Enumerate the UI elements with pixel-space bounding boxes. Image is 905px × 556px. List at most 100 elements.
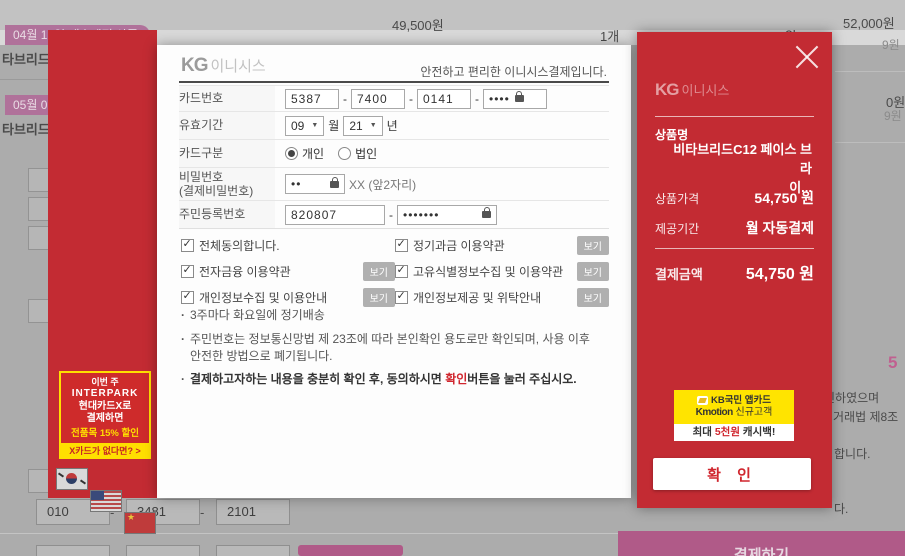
kmotion-brand: Kmotion	[696, 407, 733, 418]
background-fragment-text-3: 합니다.	[834, 445, 870, 462]
caret-down-icon: ▼	[311, 122, 318, 129]
inicis-logo-kg: KG	[655, 80, 679, 99]
kb-cashback-text: 최대 5천원 캐시백!	[674, 424, 794, 441]
card-number-label: 카드번호	[179, 86, 275, 111]
pay-button[interactable]: 결제하기	[618, 531, 905, 556]
ad-line-4: 결제하면	[61, 413, 149, 426]
checkbox-checked-icon[interactable]	[395, 265, 408, 278]
ad-line-3: 현대카드X로	[61, 401, 149, 414]
note-confirm: 결제하고자하는 내용을 충분히 확인 후, 동의하시면 확인버튼을 눌러 주십시…	[181, 371, 601, 388]
star-icon: ★	[127, 512, 135, 523]
radio-corporate[interactable]	[338, 147, 351, 160]
background-fragment-text-2: 거래법 제8조	[833, 408, 898, 425]
agreement-label: 전체동의합니다.	[199, 237, 280, 254]
card-number-row: 카드번호 5387 - 7400 - 0141 - ••••	[179, 85, 609, 111]
ad-line-2: INTERPARK	[61, 388, 149, 401]
dash: -	[343, 92, 347, 106]
panel-divider	[655, 116, 814, 117]
background-price-1: 49,500원	[392, 15, 444, 34]
radio-corporate-label: 법인	[355, 145, 377, 162]
china-flag-icon[interactable]: ★	[124, 512, 156, 534]
background-fragment-text-4: 다.	[834, 500, 848, 517]
card-number-input-4[interactable]: ••••	[483, 89, 547, 109]
period-row: 제공기간 월 자동결제	[655, 218, 814, 238]
period-label: 제공기간	[655, 220, 699, 237]
checkbox-checked-icon[interactable]	[181, 239, 194, 252]
background-fragment-text-1: 인하였으며	[824, 389, 879, 406]
panel-divider	[655, 248, 814, 249]
payment-popup-screen: 49,500원 1개 2,500원 52,000원 9원 04월 17일 배송예…	[0, 0, 905, 556]
korea-flag-icon[interactable]	[56, 468, 88, 490]
notes-section: 3주마다 화요일에 정기배송 주민번호는 정보통신망법 제 23조에 따라 본인…	[181, 300, 601, 388]
payment-form-modal: KG이니시스 안전하고 편리한 이니시스결제입니다. 카드번호 5387 - 7…	[157, 45, 631, 498]
phone-input-3[interactable]: 2101	[216, 499, 290, 525]
checkbox-checked-icon[interactable]	[395, 239, 408, 252]
password-hint: XX (앞2자리)	[349, 176, 416, 193]
background-input-stub	[216, 545, 290, 556]
trigram-icon	[80, 479, 86, 484]
view-terms-button[interactable]: 보기	[577, 236, 609, 255]
form-tagline: 안전하고 편리한 이니시스결제입니다.	[420, 63, 607, 80]
kb-card-banner[interactable]: KB국민 앱카드 Kmotion 신규고객 최대 5천원 캐시백!	[674, 390, 794, 441]
dash: -	[389, 208, 393, 222]
background-product-2: 타브리드	[2, 119, 50, 138]
ssn-back-input[interactable]: •••••••	[397, 205, 497, 225]
background-input-stub	[28, 469, 50, 493]
agreement-efinance[interactable]: 전자금융 이용약관 보기	[181, 262, 395, 281]
payment-summary-panel: KG이니시스 상품명 비타브리드C12 페이스 브라 이... 상품가격 54,…	[637, 32, 832, 508]
note-text: 3주마다 화요일에 정기배송	[190, 307, 325, 324]
kb-banner-line1: KB국민 앱카드	[711, 395, 771, 407]
ssn-label: 주민등록번호	[179, 201, 275, 228]
ssn-front-input[interactable]: 820807	[285, 205, 385, 225]
lock-icon	[330, 181, 339, 188]
radio-personal-checked[interactable]	[285, 147, 298, 160]
agreement-unique-id[interactable]: 고유식별정보수집 및 이용약관 보기	[395, 262, 609, 281]
kb-banner-line2: 신규고객	[733, 407, 773, 418]
note-delivery: 3주마다 화요일에 정기배송	[181, 307, 601, 324]
cashback-amount-highlight: 5천원	[715, 426, 740, 438]
agreements-section: 전체동의합니다. 정기과금 이용약관 보기 전자금융 이용약관 보기 고유식별정…	[181, 236, 609, 307]
expiry-row: 유효기간 09▼ 월 21▼ 년	[179, 111, 609, 139]
phone-dash-2: -	[200, 505, 204, 520]
expiry-year-select[interactable]: 21▼	[343, 116, 382, 136]
agreement-recurring[interactable]: 정기과금 이용약관 보기	[395, 236, 609, 255]
inicis-logo-text: 이니시스	[211, 58, 266, 75]
lock-icon	[482, 211, 491, 218]
background-price-3-sub: 9원	[882, 36, 900, 53]
masked-digits: ••••	[489, 92, 510, 106]
expiry-month-select[interactable]: 09▼	[285, 116, 324, 136]
card-number-input-1[interactable]: 5387	[285, 89, 339, 109]
small-pink-button[interactable]	[298, 545, 403, 556]
agreement-label: 정기과금 이용약관	[413, 237, 505, 254]
password-input[interactable]: ••	[285, 174, 345, 194]
background-input-stub	[28, 299, 50, 323]
note-text: 주민번호는 정보통신망법 제 23조에 따라 본인확인 용도로만 확인되며, 사…	[190, 331, 601, 365]
total-label: 결제금액	[655, 264, 703, 283]
card-number-input-3[interactable]: 0141	[417, 89, 471, 109]
taegeuk-icon	[66, 473, 77, 484]
background-input-stub	[28, 197, 50, 221]
view-terms-button[interactable]: 보기	[363, 262, 395, 281]
ad-cta-link[interactable]: X카드가 없다면? >	[59, 444, 151, 459]
confirm-button[interactable]: 확 인	[653, 458, 811, 490]
modal-left-panel: 이번 주 INTERPARK 현대카드X로 결제하면 전품목 15% 할인 X카…	[48, 30, 157, 498]
card-number-input-2[interactable]: 7400	[351, 89, 405, 109]
product-price-label: 상품가격	[655, 190, 699, 207]
checkbox-checked-icon[interactable]	[181, 265, 194, 278]
inicis-logo-kg: KG	[181, 55, 208, 76]
ad-line-1: 이번 주	[61, 377, 149, 388]
note-text: 결제하고자하는 내용을 충분히 확인 후, 동의하시면 확인버튼을 눌러 주십시…	[190, 371, 577, 388]
year-suffix: 년	[387, 117, 398, 134]
agreement-label: 고유식별정보수집 및 이용약관	[413, 263, 563, 280]
agreement-all[interactable]: 전체동의합니다.	[181, 236, 395, 255]
interpark-ad[interactable]: 이번 주 INTERPARK 현대카드X로 결제하면 전품목 15% 할인	[59, 371, 151, 445]
view-terms-button[interactable]: 보기	[577, 262, 609, 281]
usa-flag-icon[interactable]	[90, 490, 122, 512]
dash: -	[475, 92, 479, 106]
period-value: 월 자동결제	[746, 218, 814, 238]
agreement-label: 전자금융 이용약관	[199, 263, 291, 280]
ssn-row: 주민등록번호 820807 - •••••••	[179, 200, 609, 228]
close-icon[interactable]	[794, 44, 820, 70]
background-input-stub	[36, 545, 110, 556]
masked-password: ••	[291, 177, 301, 191]
